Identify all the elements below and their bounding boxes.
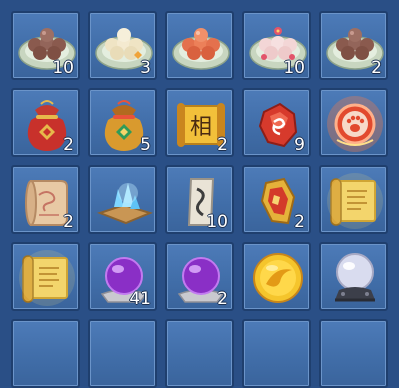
crystal-ball-icon xyxy=(335,253,375,302)
inventory-slot[interactable] xyxy=(11,242,80,311)
inventory-slot[interactable] xyxy=(88,165,157,234)
inventory-slot[interactable]: 2 xyxy=(165,242,234,311)
inventory-slot[interactable] xyxy=(242,242,311,311)
inventory-slot[interactable]: 相 2 xyxy=(165,88,234,157)
inventory-slot[interactable] xyxy=(319,242,388,311)
glowing-paw-medallion-icon xyxy=(327,96,383,152)
plate-of-orange-dumplings-icon xyxy=(172,28,230,70)
item-count: 41 xyxy=(129,289,151,309)
inventory-slot[interactable]: 2 xyxy=(11,165,80,234)
inventory-slot[interactable]: 2 xyxy=(319,11,388,80)
inventory-slot[interactable] xyxy=(319,319,388,388)
inventory-slot[interactable]: 5 xyxy=(88,88,157,157)
item-count: 10 xyxy=(283,58,305,78)
inventory-slot[interactable] xyxy=(242,319,311,388)
inventory-slot[interactable] xyxy=(165,319,234,388)
inventory-grid: 10 3 10 2 2 5 相 2 9 2 10 2 41 2 xyxy=(0,0,399,388)
inventory-slot[interactable] xyxy=(11,319,80,388)
golden-scroll-icon xyxy=(327,173,383,229)
inventory-slot[interactable] xyxy=(319,165,388,234)
inventory-slot[interactable]: 3 xyxy=(88,11,157,80)
item-count: 3 xyxy=(140,58,151,78)
scroll-character: 相 xyxy=(190,115,212,140)
item-count: 2 xyxy=(371,58,382,78)
golden-scroll-icon xyxy=(19,250,75,306)
inventory-slot[interactable] xyxy=(165,11,234,80)
item-count: 10 xyxy=(206,212,228,232)
inventory-slot[interactable]: 9 xyxy=(242,88,311,157)
item-count: 9 xyxy=(294,135,305,155)
inventory-slot[interactable]: 10 xyxy=(165,165,234,234)
item-count: 2 xyxy=(217,289,228,309)
item-count: 2 xyxy=(63,135,74,155)
golden-sun-orb-icon xyxy=(253,253,303,303)
inventory-slot[interactable]: 2 xyxy=(242,165,311,234)
inventory-slot[interactable]: 10 xyxy=(242,11,311,80)
item-count: 5 xyxy=(140,135,151,155)
inventory-slot[interactable]: 10 xyxy=(11,11,80,80)
item-count: 2 xyxy=(63,212,74,232)
item-count: 10 xyxy=(52,58,74,78)
inventory-slot[interactable]: 41 xyxy=(88,242,157,311)
blue-crystal-shards-icon xyxy=(97,183,153,225)
item-count: 2 xyxy=(217,135,228,155)
inventory-slot[interactable]: 2 xyxy=(11,88,80,157)
inventory-slot[interactable] xyxy=(88,319,157,388)
inventory-slot[interactable] xyxy=(319,88,388,157)
item-count: 2 xyxy=(294,212,305,232)
